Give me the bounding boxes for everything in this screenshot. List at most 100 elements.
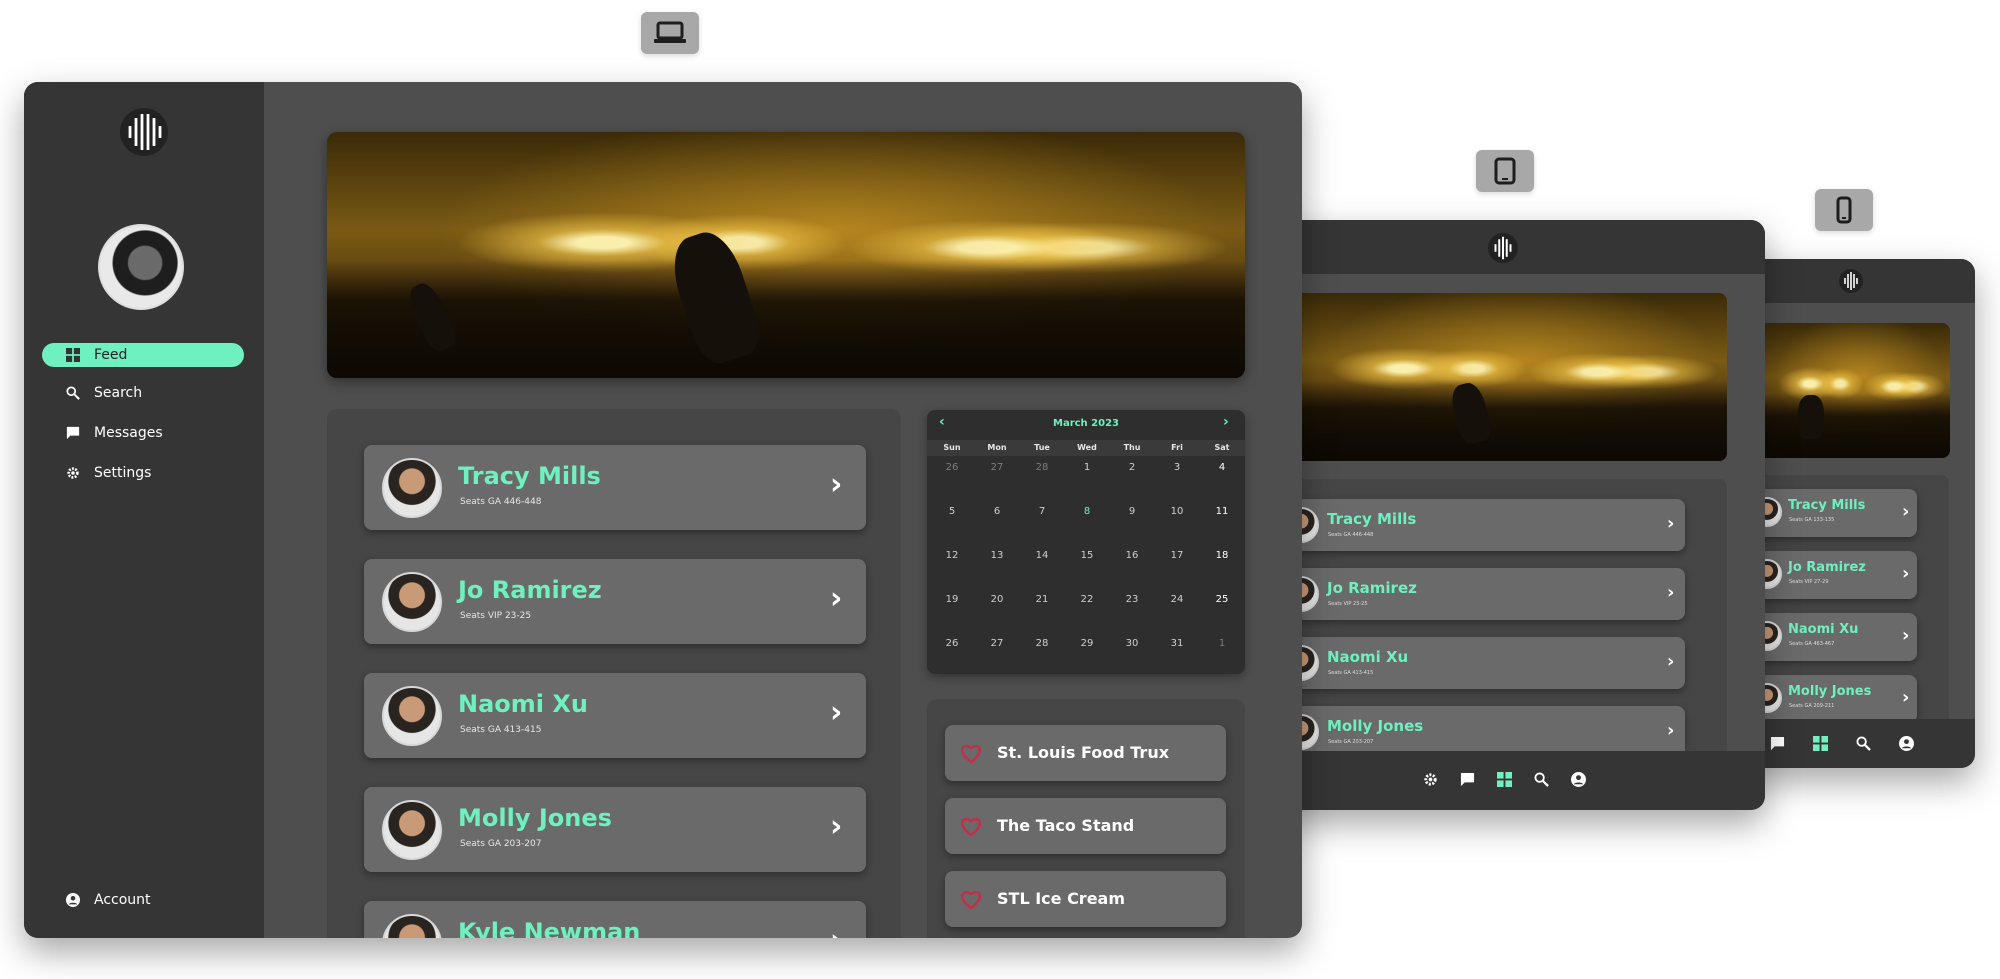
grid-icon[interactable] [1497,772,1512,787]
person-seats: Seats GA 133-135 [1789,517,1835,523]
calendar-day[interactable]: 21 [1022,594,1062,605]
calendar-day[interactable]: 30 [1112,638,1152,649]
person-name: Tracy Mills [1788,498,1866,513]
list-item[interactable]: Naomi Xu Seats GA 413-415 › [1273,637,1685,689]
calendar-day[interactable]: 2 [1112,462,1152,473]
calendar-day[interactable]: 18 [1202,550,1242,561]
message-icon [66,426,80,440]
calendar-day[interactable]: 26 [932,462,972,473]
sidebar: Feed Search Messages Settings Account [24,82,264,938]
favorite-label: St. Louis Food Trux [997,743,1170,762]
person-seats: Seats GA 203-207 [460,839,542,849]
calendar-day[interactable]: 22 [1067,594,1107,605]
gear-icon[interactable] [1423,772,1438,787]
list-item[interactable]: Tracy Mills Seats GA 133-135 › [1748,489,1917,537]
heart-icon[interactable] [959,888,983,910]
list-item[interactable]: Jo Ramirez Seats VIP 23-25 › [1273,568,1685,620]
sidebar-item-account[interactable]: Account [66,888,268,912]
calendar-day[interactable]: 8 [1067,506,1107,517]
avatar [382,458,442,518]
calendar-day[interactable]: 11 [1202,506,1242,517]
account-icon[interactable] [1571,772,1586,787]
calendar-day[interactable]: 23 [1112,594,1152,605]
person-seats: Seats GA 463-467 [1789,641,1835,647]
tablet-hero-image [1265,293,1727,461]
sidebar-item-label: Feed [94,347,128,363]
list-item[interactable]: Naomi Xu Seats GA 463-467 › [1748,613,1917,661]
favorites-list: St. Louis Food Trux The Taco Stand STL I… [927,699,1245,938]
list-item[interactable]: Kyle Newman › [364,901,866,938]
calendar-day[interactable]: 26 [932,638,972,649]
calendar-day[interactable]: 16 [1112,550,1152,561]
tablet-bottom-nav [1245,751,1765,810]
message-icon[interactable] [1770,736,1785,751]
calendar-day[interactable]: 27 [977,462,1017,473]
person-name: Jo Ramirez [1788,560,1866,575]
tablet-header [1245,220,1765,274]
list-item[interactable]: Naomi Xu Seats GA 413-415 › [364,673,866,758]
list-item[interactable]: Tracy Mills Seats GA 446-448 › [1273,499,1685,551]
search-icon[interactable] [1534,772,1549,787]
heart-icon[interactable] [959,742,983,764]
calendar-day[interactable]: 13 [977,550,1017,561]
calendar-day[interactable]: 9 [1112,506,1152,517]
person-name: Tracy Mills [1327,510,1417,528]
person-seats: Seats VIP 23-25 [1328,601,1368,607]
favorite-item[interactable]: The Taco Stand [945,798,1226,854]
calendar-day[interactable]: 29 [1067,638,1107,649]
sidebar-item-messages[interactable]: Messages [66,421,268,445]
phone-header [1740,259,1975,303]
calendar-day[interactable]: 25 [1202,594,1242,605]
people-list: Tracy Mills Seats GA 446-448 › Jo Ramire… [327,409,901,938]
calendar-day[interactable]: 6 [977,506,1017,517]
list-item[interactable]: Jo Ramirez Seats VIP 23-25 › [364,559,866,644]
calendar-day[interactable]: 10 [1157,506,1197,517]
chevron-right-icon: › [1902,563,1910,584]
person-seats: Seats VIP 27-29 [1789,579,1829,585]
sidebar-item-feed[interactable]: Feed [66,343,268,367]
account-icon[interactable] [1899,736,1914,751]
search-icon [66,386,80,400]
list-item[interactable]: Molly Jones Seats GA 209-211 › [1748,675,1917,723]
sidebar-item-search[interactable]: Search [66,381,268,405]
chevron-right-icon: › [1667,651,1675,672]
person-name: Tracy Mills [458,462,601,490]
favorite-item[interactable]: St. Louis Food Trux [945,725,1226,781]
calendar-day[interactable]: 19 [932,594,972,605]
calendar-day[interactable]: 1 [1202,638,1242,649]
search-icon[interactable] [1856,736,1871,751]
sidebar-item-settings[interactable]: Settings [66,461,268,485]
calendar-day[interactable]: 15 [1067,550,1107,561]
calendar-day[interactable]: 1 [1067,462,1107,473]
calendar-day[interactable]: 24 [1157,594,1197,605]
calendar-day[interactable]: 28 [1022,462,1062,473]
calendar-day[interactable]: 3 [1157,462,1197,473]
logo-icon [1839,269,1863,293]
weekday-label: Sun [943,443,961,452]
calendar-day[interactable]: 12 [932,550,972,561]
calendar-day[interactable]: 31 [1157,638,1197,649]
list-item[interactable]: Tracy Mills Seats GA 446-448 › [364,445,866,530]
list-item[interactable]: Jo Ramirez Seats VIP 27-29 › [1748,551,1917,599]
message-icon[interactable] [1460,772,1475,787]
grid-icon[interactable] [1813,736,1828,751]
list-item[interactable]: Molly Jones Seats GA 203-207 › [364,787,866,872]
avatar[interactable] [98,224,184,310]
calendar-day[interactable]: 17 [1157,550,1197,561]
calendar-day[interactable]: 20 [977,594,1017,605]
chevron-right-icon: › [830,695,843,730]
calendar-day[interactable]: 7 [1022,506,1062,517]
grid-icon [66,348,80,362]
calendar-day[interactable]: 27 [977,638,1017,649]
heart-icon[interactable] [959,815,983,837]
weekday-label: Mon [987,443,1007,452]
favorite-item[interactable]: STL Ice Cream [945,871,1226,927]
person-name: Jo Ramirez [1327,579,1417,597]
phone-icon [1836,196,1852,224]
calendar-day[interactable]: 4 [1202,462,1242,473]
sidebar-item-label: Search [94,385,143,401]
calendar-day[interactable]: 28 [1022,638,1062,649]
calendar-day[interactable]: 14 [1022,550,1062,561]
chevron-right-icon: › [1902,501,1910,522]
calendar-day[interactable]: 5 [932,506,972,517]
